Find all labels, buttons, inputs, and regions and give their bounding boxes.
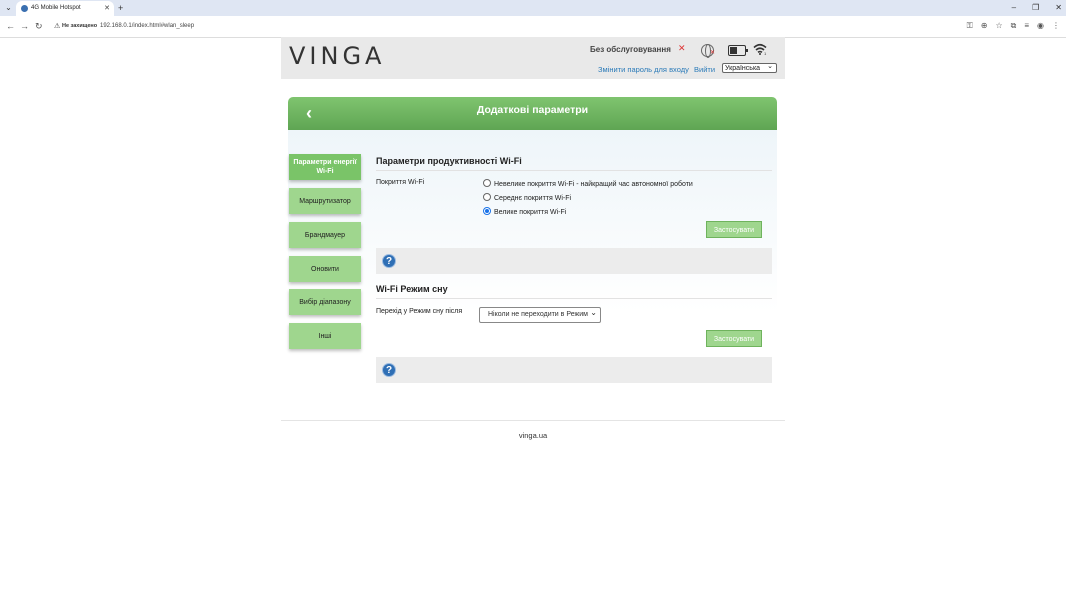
apply-sleep-button[interactable]: Застосувати bbox=[706, 330, 762, 347]
language-select[interactable]: Українська bbox=[722, 62, 777, 73]
apply-performance-button[interactable]: Застосувати bbox=[706, 221, 762, 238]
sleep-label: Перехід у Режим сну після bbox=[376, 308, 463, 315]
page-title: Додаткові параметри bbox=[476, 104, 589, 116]
zoom-icon[interactable]: ⊕ bbox=[981, 20, 988, 32]
performance-section-title: Параметри продуктивності Wi-Fi bbox=[376, 156, 522, 166]
coverage-label: Покриття Wi-Fi bbox=[376, 179, 425, 186]
new-tab-button[interactable]: + bbox=[118, 3, 123, 13]
star-icon[interactable]: ☆ bbox=[995, 20, 1002, 32]
browser-toolbar: ⚿ ⊕ ☆ ⧉ ≡ ◉ ⋮ bbox=[967, 20, 1060, 32]
tab-close-icon[interactable]: ✕ bbox=[104, 4, 110, 13]
media-icon[interactable]: ≡ bbox=[1024, 20, 1029, 32]
url-text[interactable]: 192.168.0.1/index.html#wlan_sleep bbox=[100, 22, 194, 31]
wifi-icon: 1 bbox=[753, 43, 767, 55]
security-label[interactable]: Не захищено bbox=[62, 22, 97, 31]
radio-medium[interactable] bbox=[483, 193, 491, 201]
help-icon[interactable]: ? bbox=[382, 363, 396, 377]
close-window-icon[interactable]: ✕ bbox=[1055, 2, 1062, 14]
site-header: VINGA Без обслуговування ✕ ✕ 1 Змінити п… bbox=[281, 37, 785, 79]
service-status: Без обслуговування bbox=[590, 45, 671, 54]
coverage-option-medium[interactable]: Середнє покриття Wi-Fi bbox=[483, 193, 571, 203]
sleep-select[interactable]: Ніколи не переходити в Режим bbox=[479, 307, 601, 323]
tab-list-chevron-icon[interactable]: ⌄ bbox=[3, 3, 14, 13]
coverage-option-label: Велике покриття Wi-Fi bbox=[494, 209, 567, 216]
footer-link[interactable]: vinga.ua bbox=[0, 431, 1066, 440]
omnibox[interactable]: ⚠ Не захищено 192.168.0.1/index.html#wla… bbox=[50, 19, 950, 34]
section-divider bbox=[376, 170, 772, 171]
menu-icon[interactable]: ⋮ bbox=[1052, 20, 1060, 32]
sidebar-item-firewall[interactable]: Брандмауер bbox=[289, 222, 361, 248]
key-icon[interactable]: ⚿ bbox=[967, 20, 973, 32]
footer-divider bbox=[281, 420, 785, 421]
reload-icon[interactable]: ↻ bbox=[35, 21, 43, 32]
help-panel: ? bbox=[376, 248, 772, 274]
browser-address-bar: ← → ↻ ⚠ Не захищено 192.168.0.1/index.ht… bbox=[0, 16, 1066, 38]
radio-large[interactable] bbox=[483, 207, 491, 215]
battery-icon bbox=[728, 45, 748, 56]
browser-tab-bar: ⌄ 4G Mobile Hotspot ✕ + – ❐ ✕ bbox=[0, 0, 1066, 16]
radio-small[interactable] bbox=[483, 179, 491, 187]
section-divider bbox=[376, 298, 772, 299]
back-arrow-icon[interactable]: ← bbox=[6, 21, 15, 32]
sidebar-item-band-selection[interactable]: Вибір діапазону bbox=[289, 289, 361, 315]
no-internet-icon: ✕ bbox=[710, 50, 716, 56]
help-panel: ? bbox=[376, 357, 772, 383]
coverage-option-label: Середнє покриття Wi-Fi bbox=[494, 195, 572, 202]
coverage-option-label: Невелике покриття Wi-Fi - найкращий час … bbox=[494, 181, 693, 188]
window-controls: – ❐ ✕ bbox=[1012, 2, 1062, 14]
sidebar-item-other[interactable]: Інші bbox=[289, 323, 361, 349]
logout-link[interactable]: Вийти bbox=[694, 65, 715, 74]
warning-icon[interactable]: ⚠ bbox=[54, 21, 60, 32]
browser-tab[interactable]: 4G Mobile Hotspot ✕ bbox=[16, 1, 114, 16]
coverage-option-small[interactable]: Невелике покриття Wi-Fi - найкращий час … bbox=[483, 179, 693, 189]
site-favicon-icon bbox=[21, 5, 28, 12]
sidebar-item-update[interactable]: Оновити bbox=[289, 256, 361, 282]
change-password-link[interactable]: Змінити пароль для входу bbox=[598, 65, 689, 74]
minimize-icon[interactable]: – bbox=[1012, 2, 1016, 14]
sleep-section-title: Wi-Fi Режим сну bbox=[376, 284, 448, 294]
no-signal-icon: ✕ bbox=[678, 43, 686, 53]
restore-icon[interactable]: ❐ bbox=[1032, 2, 1039, 14]
page-banner: ‹ Додаткові параметри bbox=[288, 97, 777, 130]
sidebar-item-router[interactable]: Маршрутизатор bbox=[289, 188, 361, 214]
sidebar-item-wifi-power[interactable]: Параметри енергії Wi-Fi bbox=[289, 154, 361, 180]
forward-arrow-icon[interactable]: → bbox=[20, 21, 29, 32]
coverage-option-large[interactable]: Велике покриття Wi-Fi bbox=[483, 207, 566, 217]
vinga-logo: VINGA bbox=[289, 42, 386, 70]
svg-text:1: 1 bbox=[764, 51, 767, 55]
extensions-icon[interactable]: ⧉ bbox=[1011, 20, 1017, 32]
help-icon[interactable]: ? bbox=[382, 254, 396, 268]
profile-icon[interactable]: ◉ bbox=[1037, 20, 1044, 32]
tab-title: 4G Mobile Hotspot bbox=[31, 5, 81, 11]
